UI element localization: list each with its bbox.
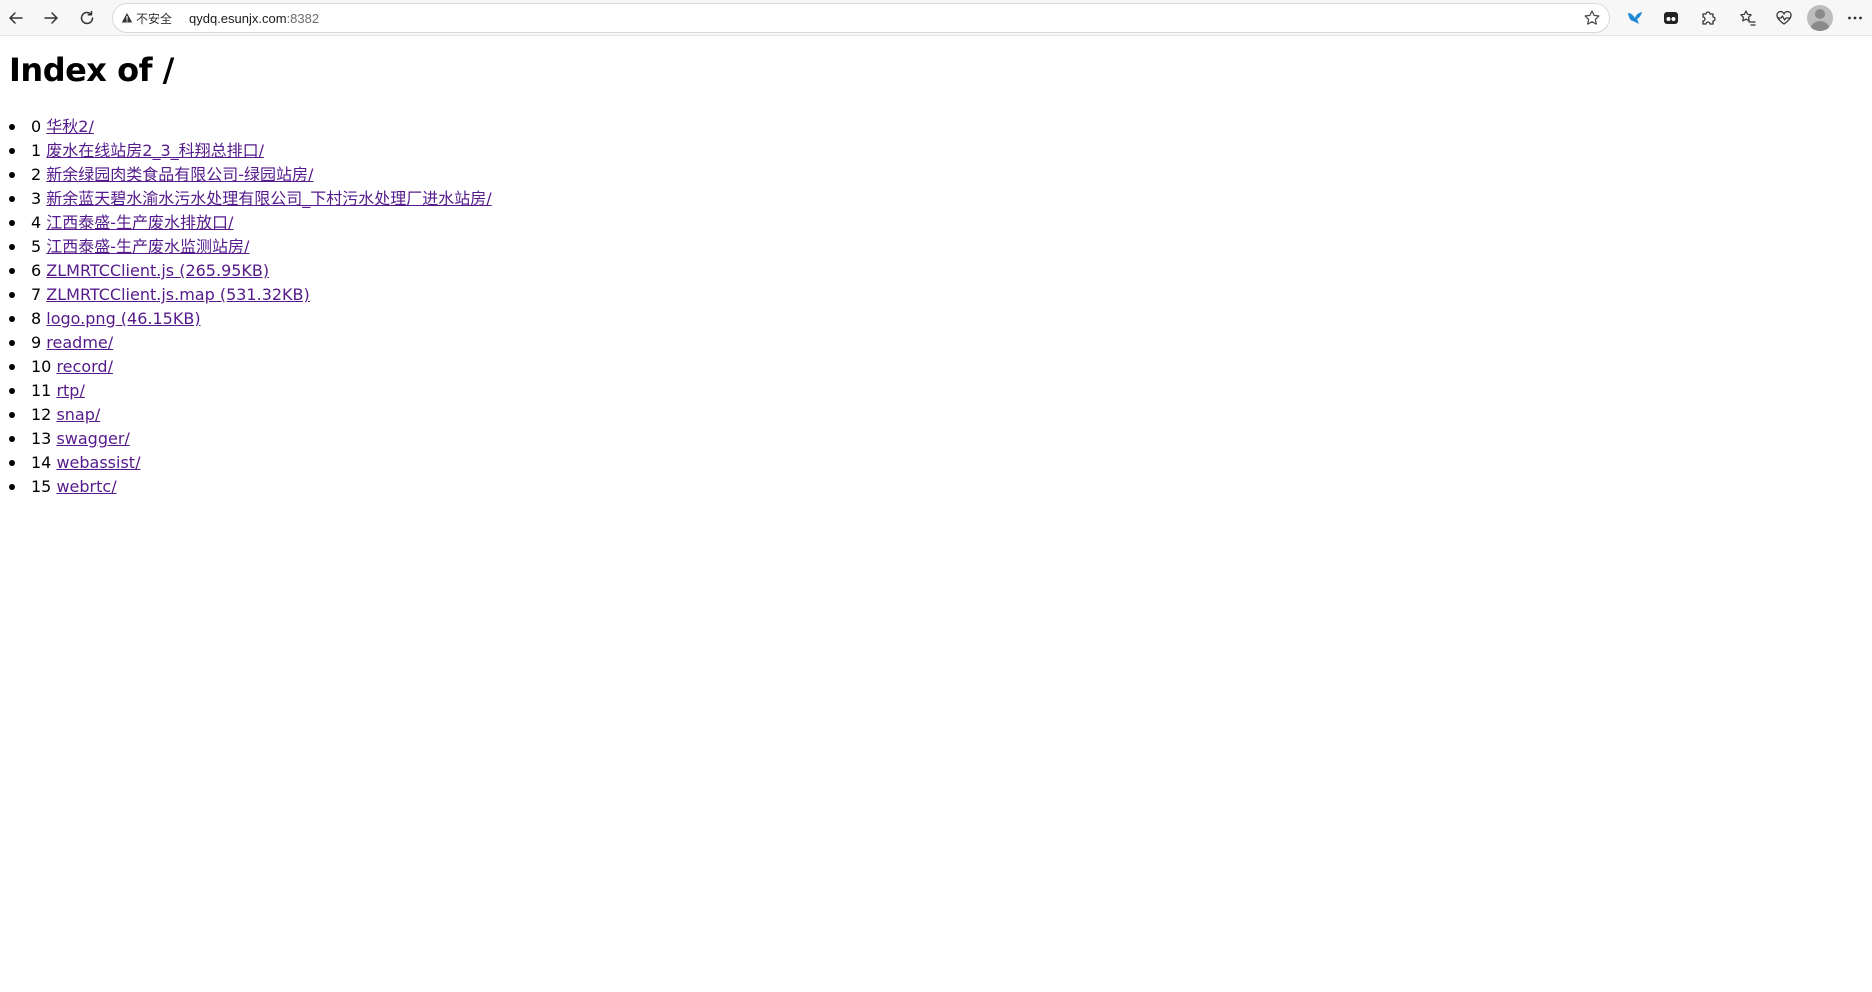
entry-link[interactable]: rtp/ <box>56 381 84 400</box>
entry-index: 9 <box>31 333 42 352</box>
warning-triangle-icon <box>121 13 133 23</box>
browser-toolbar: 不安全 qydq.esunjx.com:8382 <box>0 0 1872 36</box>
url-host: qydq.esunjx.com <box>189 11 287 26</box>
security-label: 不安全 <box>136 11 173 26</box>
entry-link[interactable]: webassist/ <box>56 453 140 472</box>
entry-index: 10 <box>31 357 52 376</box>
page-content: Index of / 0 华秋2/1 废水在线站房2_3_科翔总排口/2 新余绿… <box>0 37 1872 992</box>
list-item: 5 江西泰盛-生产废水监测站房/ <box>9 235 492 259</box>
entry-index: 12 <box>31 405 52 424</box>
page-title: Index of / <box>9 51 174 89</box>
entry-index: 1 <box>31 141 42 160</box>
entry-link[interactable]: ZLMRTCClient.js (265.95KB) <box>46 261 269 280</box>
entry-index: 0 <box>31 117 42 136</box>
entry-link[interactable]: 江西泰盛-生产废水监测站房/ <box>46 237 249 256</box>
directory-listing: 0 华秋2/1 废水在线站房2_3_科翔总排口/2 新余绿园肉类食品有限公司-绿… <box>0 115 492 499</box>
list-item: 1 废水在线站房2_3_科翔总排口/ <box>9 139 492 163</box>
list-item: 10 record/ <box>9 355 492 379</box>
favorite-button[interactable] <box>1583 9 1601 27</box>
list-item: 9 readme/ <box>9 331 492 355</box>
entry-link[interactable]: snap/ <box>56 405 100 424</box>
arrow-right-icon <box>44 12 58 24</box>
entry-link[interactable]: webrtc/ <box>56 477 116 496</box>
entry-link[interactable]: 废水在线站房2_3_科翔总排口/ <box>46 141 264 160</box>
entry-link[interactable]: 华秋2/ <box>46 117 94 136</box>
extension-incognito-icon <box>1664 12 1678 24</box>
arrow-left-icon <box>9 12 23 24</box>
security-indicator[interactable]: 不安全 <box>121 9 172 27</box>
entry-index: 14 <box>31 453 52 472</box>
list-item: 7 ZLMRTCClient.js.map (531.32KB) <box>9 283 492 307</box>
heart-pulse-icon <box>1776 10 1792 25</box>
entry-link[interactable]: swagger/ <box>56 429 129 448</box>
back-button[interactable] <box>4 6 28 30</box>
entry-link[interactable]: readme/ <box>46 333 113 352</box>
entry-link[interactable]: 江西泰盛-生产废水排放口/ <box>46 213 233 232</box>
extension-button[interactable] <box>1660 7 1682 29</box>
list-item: 0 华秋2/ <box>9 115 492 139</box>
browser-essentials-button[interactable] <box>1773 7 1795 29</box>
list-item: 8 logo.png (46.15KB) <box>9 307 492 331</box>
forward-button[interactable] <box>39 6 63 30</box>
entry-index: 13 <box>31 429 52 448</box>
list-item: 11 rtp/ <box>9 379 492 403</box>
entry-link[interactable]: 新余绿园肉类食品有限公司-绿园站房/ <box>46 165 313 184</box>
entry-link[interactable]: 新余蓝天碧水渝水污水处理有限公司_下村污水处理厂进水站房/ <box>46 189 491 208</box>
list-item: 6 ZLMRTCClient.js (265.95KB) <box>9 259 492 283</box>
entry-index: 15 <box>31 477 52 496</box>
ellipsis-icon <box>1848 16 1862 20</box>
extension-bird-icon <box>1628 12 1642 24</box>
list-item: 4 江西泰盛-生产废水排放口/ <box>9 211 492 235</box>
favorites-button[interactable] <box>1737 7 1759 29</box>
extensions-button[interactable] <box>1697 7 1719 29</box>
url-port: :8382 <box>286 11 320 26</box>
entry-link[interactable]: record/ <box>56 357 113 376</box>
list-item: 3 新余蓝天碧水渝水污水处理有限公司_下村污水处理厂进水站房/ <box>9 187 492 211</box>
puzzle-icon <box>1702 11 1716 25</box>
reload-button[interactable] <box>75 6 99 30</box>
url-text[interactable]: qydq.esunjx.com:8382 <box>189 11 319 26</box>
list-item: 12 snap/ <box>9 403 492 427</box>
entry-index: 6 <box>31 261 42 280</box>
star-icon <box>1584 10 1600 25</box>
address-bar[interactable]: 不安全 qydq.esunjx.com:8382 <box>112 3 1610 33</box>
entry-index: 8 <box>31 309 42 328</box>
entry-index: 3 <box>31 189 42 208</box>
list-item: 14 webassist/ <box>9 451 492 475</box>
avatar-body <box>1810 21 1830 31</box>
extension-button[interactable] <box>1624 7 1646 29</box>
more-menu-button[interactable] <box>1844 7 1866 29</box>
entry-index: 5 <box>31 237 42 256</box>
reload-icon <box>80 10 94 25</box>
list-item: 15 webrtc/ <box>9 475 492 499</box>
entry-link[interactable]: logo.png (46.15KB) <box>46 309 200 328</box>
entry-index: 2 <box>31 165 42 184</box>
favorites-star-list-icon <box>1740 10 1756 26</box>
profile-avatar[interactable] <box>1807 5 1833 31</box>
entry-index: 4 <box>31 213 42 232</box>
entry-index: 7 <box>31 285 42 304</box>
list-item: 13 swagger/ <box>9 427 492 451</box>
list-item: 2 新余绿园肉类食品有限公司-绿园站房/ <box>9 163 492 187</box>
entry-index: 11 <box>31 381 52 400</box>
entry-link[interactable]: ZLMRTCClient.js.map (531.32KB) <box>46 285 309 304</box>
avatar-head <box>1815 9 1825 19</box>
